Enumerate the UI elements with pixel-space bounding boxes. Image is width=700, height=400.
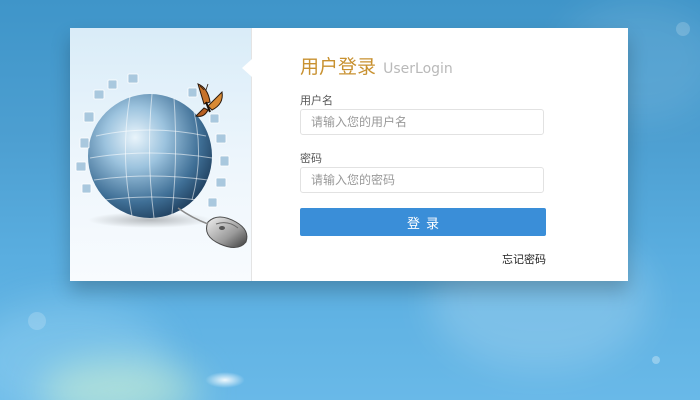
bokeh-decoration [652,356,660,364]
computer-mouse-icon [177,207,248,248]
background-glow [40,360,200,400]
pane-notch [242,59,252,77]
title-english: UserLogin [383,61,453,77]
username-label: 用户名 [300,94,333,107]
bokeh-decoration [28,312,46,330]
password-input[interactable] [300,167,544,193]
password-label: 密码 [300,152,322,165]
illustration-art [75,73,248,248]
login-panel: 用户登录 UserLogin 用户名 密码 登录 忘记密码 [70,28,628,281]
cloud-decoration [205,372,245,388]
forgot-password-link[interactable]: 忘记密码 [502,251,546,267]
username-input[interactable] [300,109,544,135]
title-chinese: 用户登录 [300,56,377,78]
illustration-pane [70,28,251,281]
login-button[interactable]: 登录 [300,208,546,236]
background-glow [0,300,170,400]
butterfly-icon [195,83,223,117]
bokeh-decoration [676,22,690,36]
login-title: 用户登录 UserLogin [300,52,453,79]
